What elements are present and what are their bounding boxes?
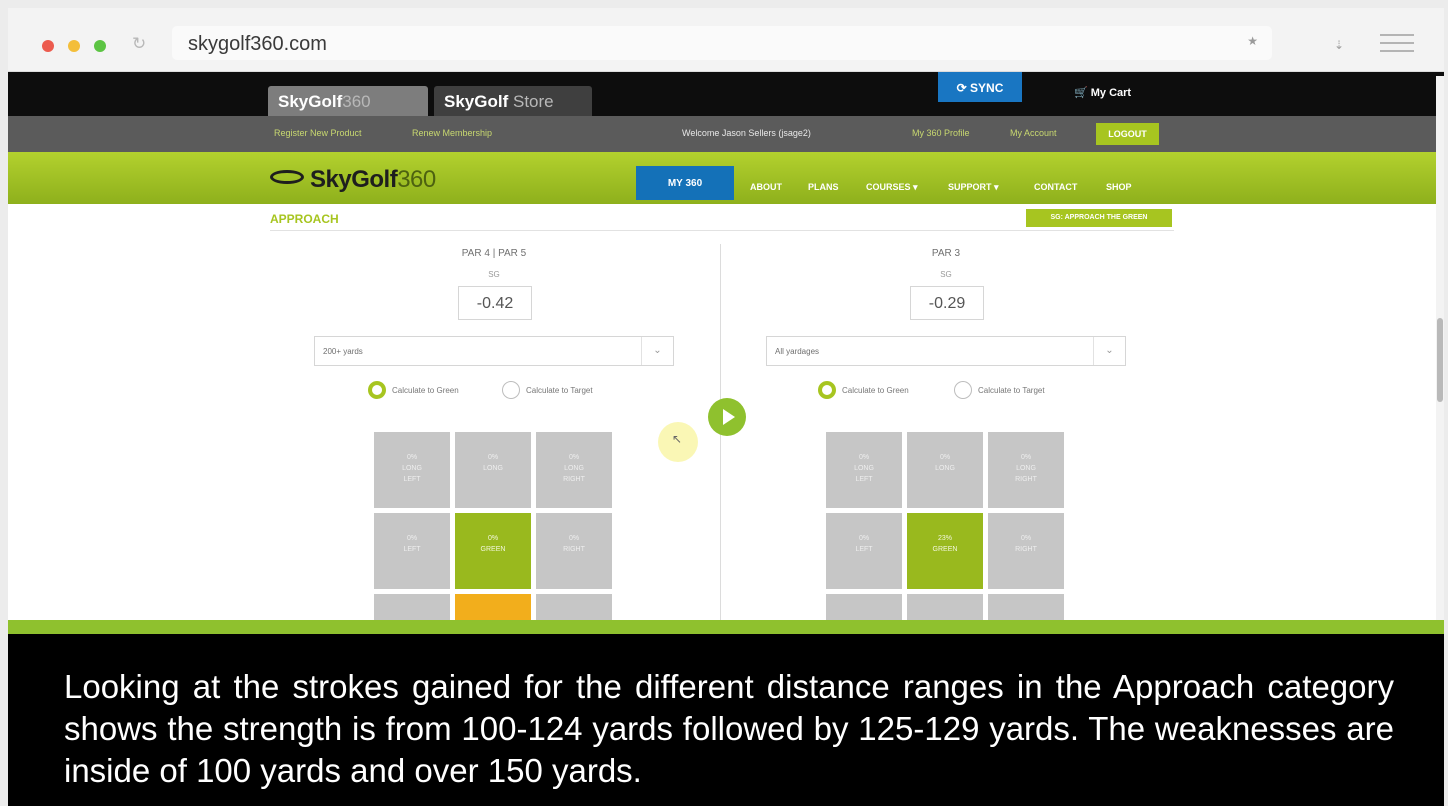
cursor-highlight: ↖ <box>658 422 698 462</box>
skygolf-logo[interactable]: SkyGolf360 <box>270 166 436 194</box>
nav-shop[interactable]: SHOP <box>1106 182 1132 192</box>
tab-store-strong: SkyGolf <box>444 92 509 111</box>
site-top-bar: SkyGolf360 SkyGolf Store ⟳ SYNC 🛒 My Car… <box>8 72 1444 116</box>
left-radio-green-label[interactable]: Calculate to Green <box>392 386 459 395</box>
tab-skygolf-store[interactable]: SkyGolf Store <box>434 86 592 116</box>
nav-plans[interactable]: PLANS <box>808 182 839 192</box>
register-product-link[interactable]: Register New Product <box>274 128 362 138</box>
caption-text: Looking at the strokes gained for the di… <box>64 668 1394 789</box>
section-divider <box>270 230 1174 231</box>
left-sg-value: -0.42 <box>458 286 532 320</box>
grid-cell: 0% LONG LEFT <box>374 432 450 508</box>
nav-courses[interactable]: COURSES ▾ <box>866 182 918 193</box>
grid-cell: 0% LONG RIGHT <box>988 432 1064 508</box>
play-icon[interactable] <box>708 398 746 436</box>
main-nav: SkyGolf360 MY 360 ABOUT PLANS COURSES ▾ … <box>8 152 1444 204</box>
nav-about[interactable]: ABOUT <box>750 182 782 192</box>
scrollbar-thumb[interactable] <box>1437 318 1443 402</box>
grid-cell: 0% LEFT <box>826 513 902 589</box>
browser-window: ↻ skygolf360.com ★ ⇣ SkyGolf360 SkyGolf … <box>8 8 1444 806</box>
grid-cell: 0% RIGHT <box>988 513 1064 589</box>
sync-button[interactable]: ⟳ SYNC <box>938 72 1022 102</box>
tab-skygolf360-light: 360 <box>342 92 371 111</box>
section-title: APPROACH <box>270 212 339 226</box>
grid-cell: 0% LEFT <box>374 513 450 589</box>
right-radio-target-label[interactable]: Calculate to Target <box>978 386 1045 395</box>
logout-button[interactable]: LOGOUT <box>1096 123 1159 145</box>
nav-contact[interactable]: CONTACT <box>1034 182 1077 192</box>
download-icon[interactable]: ⇣ <box>1334 38 1344 52</box>
address-bar[interactable]: skygolf360.com ★ <box>172 26 1272 60</box>
account-bar: Register New Product Renew Membership We… <box>8 116 1444 152</box>
nav-support[interactable]: SUPPORT ▾ <box>948 182 999 193</box>
grid-cell: 0% LONG RIGHT <box>536 432 612 508</box>
right-radio-green[interactable] <box>818 381 836 399</box>
logo-light: 360 <box>397 166 436 193</box>
grid-cell: 0% LONG <box>455 432 531 508</box>
browser-toolbar: ↻ skygolf360.com ★ ⇣ <box>8 8 1444 72</box>
grid-cell-green: 0% GREEN <box>455 513 531 589</box>
right-sg-value: -0.29 <box>910 286 984 320</box>
caption-box: Looking at the strokes gained for the di… <box>8 634 1444 806</box>
welcome-text: Welcome Jason Sellers (jsage2) <box>682 128 811 138</box>
caption-accent-strip <box>8 620 1444 634</box>
minimize-window-button[interactable] <box>68 40 80 52</box>
chevron-down-icon[interactable]: ⌄ <box>1093 337 1125 365</box>
maximize-window-button[interactable] <box>94 40 106 52</box>
grid-cell: 0% LONG LEFT <box>826 432 902 508</box>
renew-membership-link[interactable]: Renew Membership <box>412 128 492 138</box>
nav-my-360[interactable]: MY 360 <box>636 166 734 200</box>
close-window-button[interactable] <box>42 40 54 52</box>
left-dispersion-grid: 0% LONG LEFT 0% LONG 0% LONG RIGHT 0% LEFT 0% G… <box>374 432 614 670</box>
my-cart-link[interactable]: 🛒 My Cart <box>1074 86 1131 99</box>
my-account-link[interactable]: My Account <box>1010 128 1057 138</box>
url-text[interactable]: skygolf360.com <box>188 33 327 56</box>
left-radio-green[interactable] <box>368 381 386 399</box>
logo-strong: SkyGolf <box>310 166 398 193</box>
tab-store-light: Store <box>512 92 554 111</box>
my-360-profile-link[interactable]: My 360 Profile <box>912 128 970 138</box>
right-select-value: All yardages <box>775 347 820 356</box>
right-distance-select[interactable]: All yardages ⌄ <box>766 336 1126 366</box>
right-radio-target[interactable] <box>954 381 972 399</box>
approach-green-button[interactable]: SG: APPROACH THE GREEN <box>1026 209 1172 227</box>
grid-cell: 0% RIGHT <box>536 513 612 589</box>
right-panel-title: PAR 3 <box>931 248 961 259</box>
left-radio-target[interactable] <box>502 381 520 399</box>
tab-skygolf360-strong: SkyGolf <box>278 92 343 111</box>
star-icon[interactable]: ★ <box>1247 34 1258 48</box>
right-radio-green-label[interactable]: Calculate to Green <box>842 386 909 395</box>
reload-icon[interactable]: ↻ <box>132 34 146 54</box>
left-panel-title: PAR 4 | PAR 5 <box>461 248 527 259</box>
logo-swoosh-icon <box>270 170 304 184</box>
pointer-icon: ↖ <box>672 432 683 446</box>
left-select-value: 200+ yards <box>323 347 363 356</box>
right-sg-label: SG <box>940 270 952 279</box>
left-distance-select[interactable]: 200+ yards ⌄ <box>314 336 674 366</box>
grid-cell: 0% LONG <box>907 432 983 508</box>
left-sg-label: SG <box>488 270 500 279</box>
hamburger-icon[interactable] <box>1380 34 1414 56</box>
chevron-down-icon[interactable]: ⌄ <box>641 337 673 365</box>
right-dispersion-grid: 0% LONG LEFT 0% LONG 0% LONG RIGHT 0% LEFT 23%… <box>826 432 1066 670</box>
left-radio-target-label[interactable]: Calculate to Target <box>526 386 593 395</box>
grid-cell-green: 23% GREEN <box>907 513 983 589</box>
tab-skygolf360[interactable]: SkyGolf360 <box>268 86 428 116</box>
